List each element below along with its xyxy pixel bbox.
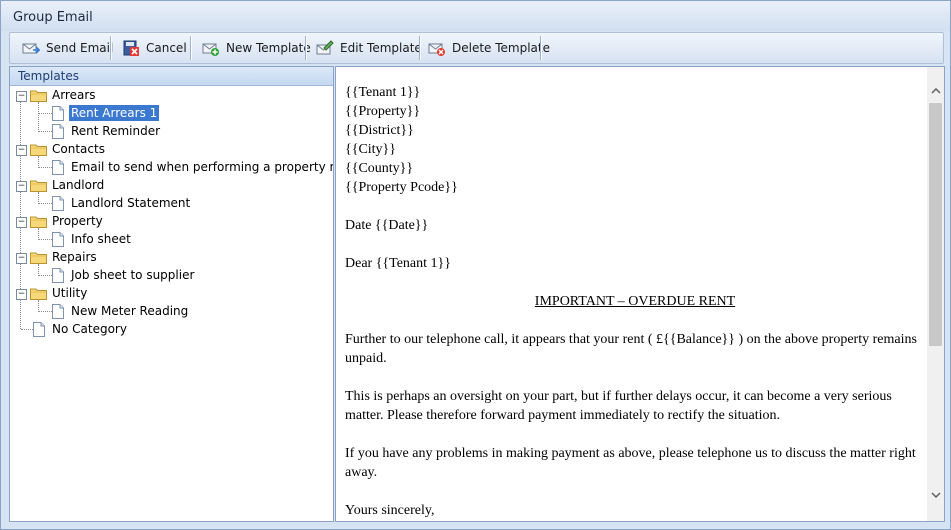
group-email-window: Group Email Send Email Cancel New Templa… bbox=[0, 0, 951, 530]
new-template-button[interactable]: New Template bbox=[202, 36, 311, 60]
tree-connector bbox=[38, 113, 52, 114]
address-line: {{District}} bbox=[345, 123, 414, 138]
toolbar-separator bbox=[419, 36, 420, 60]
expand-toggle-utility[interactable]: − bbox=[16, 289, 27, 300]
folder-icon bbox=[30, 90, 47, 102]
salutation: Dear {{Tenant 1}} bbox=[345, 256, 451, 271]
folder-icon bbox=[30, 180, 47, 192]
tree-connector bbox=[38, 131, 52, 132]
chevron-up-icon bbox=[930, 87, 941, 94]
address-line: {{County}} bbox=[345, 161, 414, 176]
tree-connector bbox=[38, 275, 52, 276]
selected-template-label: Rent Arrears 1 bbox=[69, 105, 160, 121]
expand-toggle-landlord[interactable]: − bbox=[16, 181, 27, 192]
tree-folder-contacts[interactable]: Contacts bbox=[30, 140, 107, 158]
tree-folder-arrears[interactable]: Arrears bbox=[30, 86, 98, 104]
tree-folder-property[interactable]: Property bbox=[30, 212, 105, 230]
document-icon bbox=[52, 195, 64, 211]
closing: Yours sincerely, bbox=[345, 503, 435, 518]
templates-header: Templates bbox=[10, 67, 333, 86]
tree-connector bbox=[38, 239, 52, 240]
delete-template-icon bbox=[428, 43, 445, 56]
document-icon bbox=[52, 267, 64, 283]
tree-item-rent-arrears-1[interactable]: Rent Arrears 1 bbox=[52, 104, 160, 122]
scroll-up-button[interactable] bbox=[927, 82, 944, 99]
folder-icon bbox=[30, 252, 47, 264]
window-title: Group Email bbox=[13, 10, 93, 25]
tree-connector bbox=[38, 102, 39, 130]
expand-toggle-arrears[interactable]: − bbox=[16, 91, 27, 102]
folder-icon bbox=[30, 288, 47, 300]
tree-connector bbox=[38, 167, 52, 168]
toolbar: Send Email Cancel New Template Edit Temp… bbox=[9, 32, 944, 64]
cancel-button[interactable]: Cancel bbox=[122, 36, 187, 60]
document-icon bbox=[52, 105, 64, 121]
folder-icon bbox=[30, 144, 47, 156]
document-icon bbox=[52, 303, 64, 319]
tree-item-property-match-email[interactable]: Email to send when performing a property… bbox=[52, 158, 333, 176]
tree-folder-utility[interactable]: Utility bbox=[30, 284, 89, 302]
new-template-icon bbox=[202, 43, 219, 56]
scroll-thumb[interactable] bbox=[929, 103, 942, 346]
toolbar-separator bbox=[305, 36, 306, 60]
expand-toggle-property[interactable]: − bbox=[16, 217, 27, 228]
document-icon bbox=[52, 159, 64, 175]
folder-icon bbox=[30, 216, 47, 228]
send-email-icon bbox=[22, 43, 40, 54]
letter-paragraph: This is perhaps an oversight on your par… bbox=[345, 389, 892, 423]
chevron-down-icon bbox=[930, 491, 941, 498]
cancel-icon bbox=[123, 40, 139, 56]
tree-item-info-sheet[interactable]: Info sheet bbox=[52, 230, 133, 248]
templates-pane: Templates − Arrears Rent Arrears 1 Rent … bbox=[9, 66, 334, 522]
letter-paragraph: If you have any problems in making payme… bbox=[345, 446, 916, 480]
vertical-scrollbar[interactable] bbox=[927, 67, 944, 521]
document-icon bbox=[33, 321, 45, 337]
templates-tree[interactable]: − Arrears Rent Arrears 1 Rent Reminder − bbox=[10, 86, 333, 521]
address-line: {{Property}} bbox=[345, 104, 421, 119]
tree-connector bbox=[21, 329, 33, 330]
letter-heading: IMPORTANT – OVERDUE RENT bbox=[534, 294, 736, 309]
toolbar-separator bbox=[110, 36, 111, 60]
expand-toggle-repairs[interactable]: − bbox=[16, 253, 27, 264]
address-line: {{Property Pcode}} bbox=[345, 180, 458, 195]
tree-item-job-sheet[interactable]: Job sheet to supplier bbox=[52, 266, 196, 284]
toolbar-separator bbox=[190, 36, 191, 60]
tree-item-new-meter-reading[interactable]: New Meter Reading bbox=[52, 302, 190, 320]
edit-template-icon bbox=[316, 40, 334, 55]
tree-connector bbox=[38, 311, 52, 312]
expand-toggle-contacts[interactable]: − bbox=[16, 145, 27, 156]
letter-paragraph: Further to our telephone call, it appear… bbox=[345, 332, 917, 366]
tree-connector bbox=[38, 203, 52, 204]
tree-item-no-category[interactable]: No Category bbox=[33, 320, 129, 338]
delete-template-button[interactable]: Delete Template bbox=[428, 36, 550, 60]
send-email-button[interactable]: Send Email bbox=[22, 36, 113, 60]
template-document: {{Tenant 1}} {{Property}} {{District}} {… bbox=[345, 83, 925, 520]
tree-item-landlord-statement[interactable]: Landlord Statement bbox=[52, 194, 192, 212]
tree-folder-repairs[interactable]: Repairs bbox=[30, 248, 99, 266]
document-icon bbox=[52, 123, 64, 139]
title-bar: Group Email bbox=[1, 1, 950, 31]
tree-folder-landlord[interactable]: Landlord bbox=[30, 176, 106, 194]
scroll-down-button[interactable] bbox=[927, 486, 944, 503]
edit-template-button[interactable]: Edit Template bbox=[316, 36, 422, 60]
address-line: {{City}} bbox=[345, 142, 396, 157]
document-icon bbox=[52, 231, 64, 247]
address-line: {{Tenant 1}} bbox=[345, 85, 421, 100]
tree-item-rent-reminder[interactable]: Rent Reminder bbox=[52, 122, 162, 140]
toolbar-separator bbox=[540, 36, 541, 60]
date-line: Date {{Date}} bbox=[345, 218, 429, 233]
template-preview-pane[interactable]: {{Tenant 1}} {{Property}} {{District}} {… bbox=[335, 66, 945, 522]
